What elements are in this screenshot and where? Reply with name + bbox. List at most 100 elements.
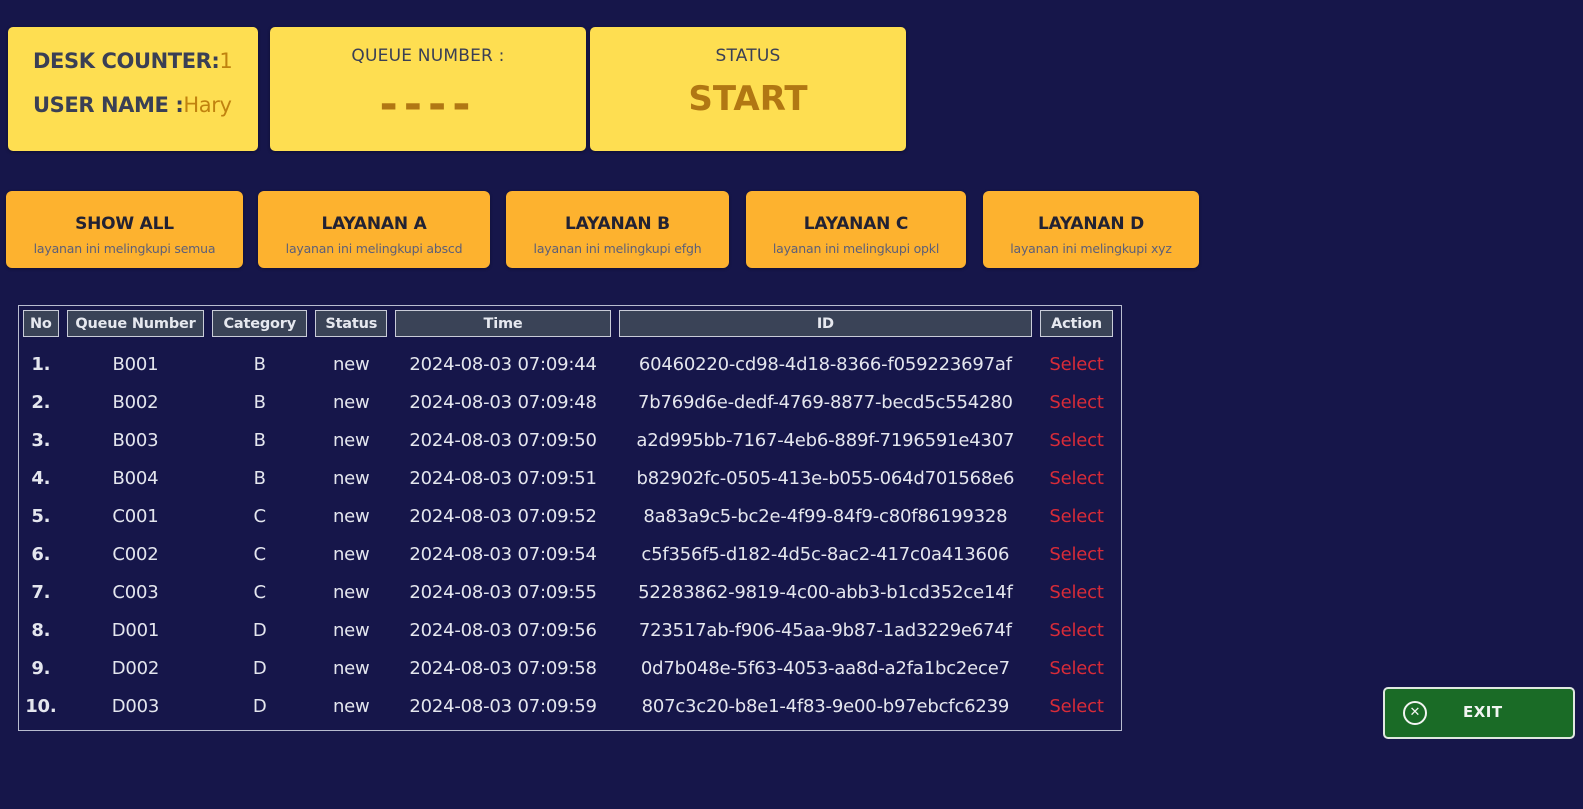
- cell-queue: D003: [111, 695, 160, 717]
- cell-status: new: [332, 467, 370, 489]
- header-action: Action: [1040, 310, 1113, 337]
- header-category: Category: [212, 310, 308, 337]
- status-value: START: [688, 79, 808, 119]
- cell-status: new: [332, 505, 370, 527]
- select-link[interactable]: Select: [1049, 430, 1104, 451]
- select-link[interactable]: Select: [1049, 392, 1104, 413]
- status-card: STATUS START: [590, 27, 906, 151]
- show-all-button[interactable]: SHOW ALL layanan ini melingkupi semua: [6, 191, 243, 268]
- cell-status: new: [332, 353, 370, 375]
- layanan-a-button[interactable]: LAYANAN A layanan ini melingkupi abscd: [258, 191, 490, 268]
- select-link[interactable]: Select: [1049, 696, 1104, 717]
- cell-id: c5f356f5-d182-4d5c-8ac2-417c0a413606: [641, 543, 1010, 565]
- cell-category: D: [252, 657, 267, 679]
- cell-status: new: [332, 657, 370, 679]
- table-row: 10. D003 Dnew 2024-08-03 07:09:59 807c3c20-b…: [23, 687, 1113, 725]
- select-link[interactable]: Select: [1049, 468, 1104, 489]
- table-row: 7. C003 Cnew 2024-08-03 07:09:55 52283862-98…: [23, 573, 1113, 611]
- cell-time: 2024-08-03 07:09:44: [409, 353, 597, 375]
- cell-time: 2024-08-03 07:09:52: [409, 505, 597, 527]
- select-link[interactable]: Select: [1049, 582, 1104, 603]
- status-label: STATUS: [715, 46, 781, 66]
- user-name: USER NAME :Hary: [33, 93, 232, 117]
- cell-category: D: [252, 619, 267, 641]
- select-link[interactable]: Select: [1049, 620, 1104, 641]
- exit-button[interactable]: ✕ EXIT: [1383, 687, 1575, 739]
- cell-category: B: [253, 429, 266, 451]
- cell-id: 807c3c20-b8e1-4f83-9e00-b97ebcfc6239: [641, 695, 1010, 717]
- cell-no: 8.: [31, 619, 51, 641]
- cell-queue: C001: [112, 505, 159, 527]
- cell-category: D: [252, 695, 267, 717]
- queue-number-card: QUEUE NUMBER : ----: [270, 27, 586, 151]
- header-no: No: [23, 310, 59, 337]
- desk-counter-label: DESK COUNTER:: [33, 49, 220, 73]
- cell-no: 2.: [31, 391, 51, 413]
- cell-time: 2024-08-03 07:09:51: [409, 467, 597, 489]
- filter-title: SHOW ALL: [75, 214, 174, 234]
- table-header-row: No Queue Number Category Status Time ID …: [23, 310, 1113, 337]
- cell-id: 60460220-cd98-4d18-8366-f059223697af: [638, 353, 1012, 375]
- cell-time: 2024-08-03 07:09:54: [409, 543, 597, 565]
- table-row: 3. B003 Bnew 2024-08-03 07:09:50 a2d995bb-71…: [23, 421, 1113, 459]
- layanan-b-button[interactable]: LAYANAN B layanan ini melingkupi efgh: [506, 191, 729, 268]
- cell-no: 1.: [31, 353, 51, 375]
- cell-no: 5.: [31, 505, 51, 527]
- cell-id: 52283862-9819-4c00-abb3-b1cd352ce14f: [638, 581, 1013, 603]
- desk-counter: DESK COUNTER:1: [33, 49, 233, 73]
- cell-no: 6.: [31, 543, 51, 565]
- select-link[interactable]: Select: [1049, 658, 1104, 679]
- cell-status: new: [332, 391, 370, 413]
- cell-status: new: [332, 619, 370, 641]
- cell-action: Select: [1040, 383, 1113, 421]
- cell-time: 2024-08-03 07:09:50: [409, 429, 597, 451]
- desk-info-card: DESK COUNTER:1 USER NAME :Hary: [8, 27, 258, 151]
- cell-time: 2024-08-03 07:09:59: [409, 695, 597, 717]
- cell-time: 2024-08-03 07:09:55: [409, 581, 597, 603]
- header-id: ID: [618, 310, 1033, 337]
- cell-queue: D002: [111, 657, 160, 679]
- cell-category: B: [253, 467, 266, 489]
- cell-no: 9.: [31, 657, 51, 679]
- filter-title: LAYANAN D: [1037, 214, 1145, 234]
- table-row: 6. C002 Cnew 2024-08-03 07:09:54 c5f356f5-d1…: [23, 535, 1113, 573]
- queue-number-value: ----: [379, 79, 477, 130]
- filter-subtitle: layanan ini melingkupi opkl: [772, 241, 940, 256]
- cell-time: 2024-08-03 07:09:56: [409, 619, 597, 641]
- filter-title: LAYANAN A: [321, 214, 427, 234]
- queue-table-body: 1. B001 Bnew 2024-08-03 07:09:44 60460220-cd…: [23, 337, 1113, 725]
- table-row: 2. B002 Bnew 2024-08-03 07:09:48 7b769d6e-de…: [23, 383, 1113, 421]
- cell-action: Select: [1040, 611, 1113, 649]
- select-link[interactable]: Select: [1049, 354, 1104, 375]
- cell-no: 10.: [25, 695, 57, 717]
- cell-action: Select: [1040, 535, 1113, 573]
- user-name-label: USER NAME :: [33, 93, 184, 117]
- desk-counter-value: 1: [219, 49, 233, 73]
- table-row: 5. C001 Cnew 2024-08-03 07:09:52 8a83a9c5-bc…: [23, 497, 1113, 535]
- cell-queue: B001: [112, 353, 159, 375]
- layanan-c-button[interactable]: LAYANAN C layanan ini melingkupi opkl: [746, 191, 966, 268]
- cell-queue: B003: [112, 429, 159, 451]
- cell-action: Select: [1040, 687, 1113, 725]
- layanan-d-button[interactable]: LAYANAN D layanan ini melingkupi xyz: [983, 191, 1199, 268]
- cell-id: b82902fc-0505-413e-b055-064d701568e6: [636, 467, 1015, 489]
- queue-number-label: QUEUE NUMBER :: [351, 46, 505, 66]
- select-link[interactable]: Select: [1049, 506, 1104, 527]
- cell-action: Select: [1040, 421, 1113, 459]
- cell-action: Select: [1040, 649, 1113, 687]
- filter-subtitle: layanan ini melingkupi semua: [33, 241, 216, 256]
- cell-action: Select: [1040, 459, 1113, 497]
- cell-status: new: [332, 581, 370, 603]
- table-row: 9. D002 Dnew 2024-08-03 07:09:58 0d7b048e-5f…: [23, 649, 1113, 687]
- cell-id: 0d7b048e-5f63-4053-aa8d-a2fa1bc2ece7: [640, 657, 1010, 679]
- filter-title: LAYANAN C: [803, 214, 909, 234]
- exit-label: EXIT: [1463, 703, 1503, 721]
- cell-status: new: [332, 429, 370, 451]
- header-status: Status: [315, 310, 388, 337]
- table-row: 4. B004 Bnew 2024-08-03 07:09:51 b82902fc-05…: [23, 459, 1113, 497]
- cell-category: C: [253, 581, 267, 603]
- cell-id: 723517ab-f906-45aa-9b87-1ad3229e674f: [638, 619, 1012, 641]
- close-circle-icon: ✕: [1403, 701, 1427, 725]
- user-name-value: Hary: [183, 93, 232, 117]
- select-link[interactable]: Select: [1049, 544, 1104, 565]
